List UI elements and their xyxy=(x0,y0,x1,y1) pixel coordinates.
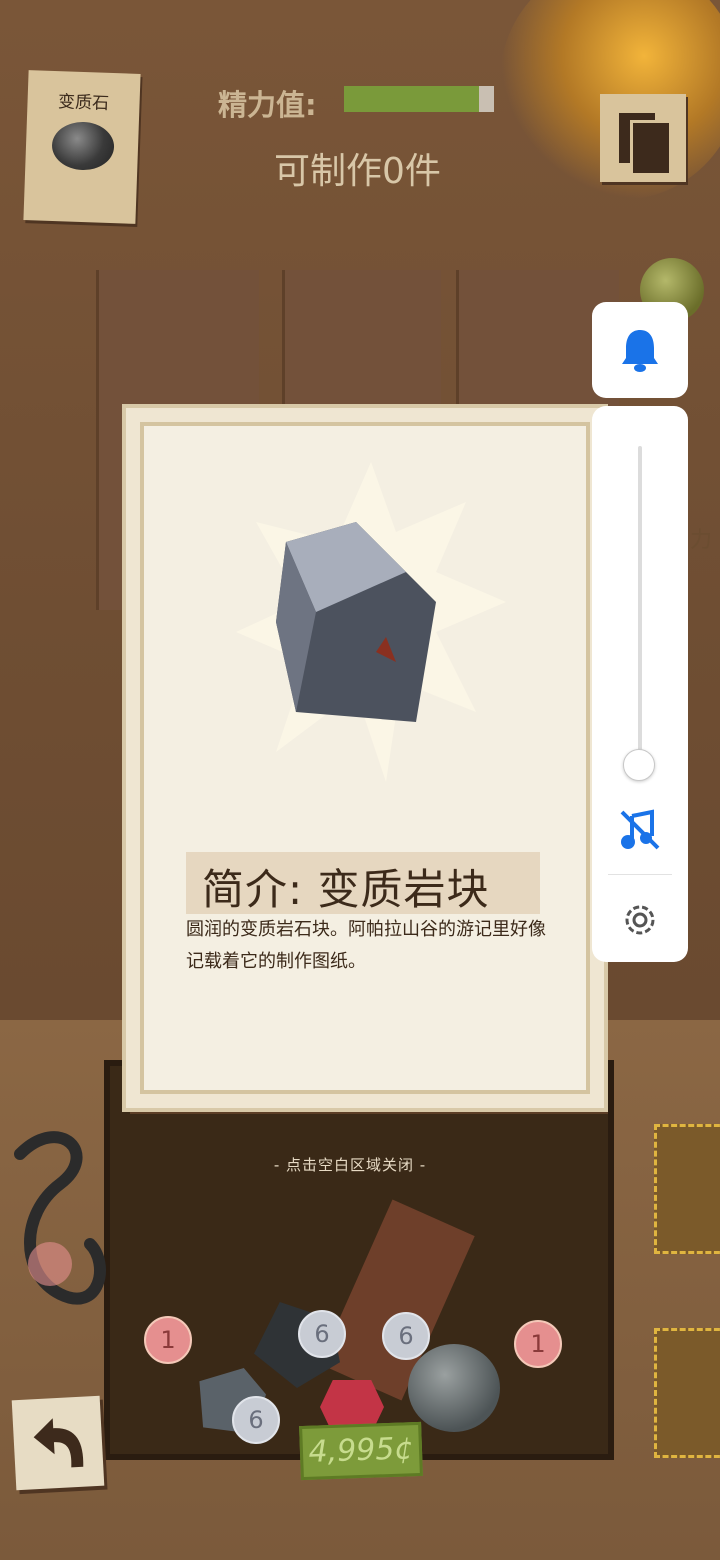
stone-ball-item[interactable] xyxy=(408,1344,500,1432)
panel-divider xyxy=(608,874,672,875)
close-hint-text: - 点击空白区域关闭 - xyxy=(273,1156,427,1174)
item-burst-icon xyxy=(236,462,506,782)
item-count-badge: 6 xyxy=(298,1310,346,1358)
music-off-icon[interactable] xyxy=(618,808,662,852)
metamorphic-stone-icon xyxy=(51,120,115,172)
recipe-cards-button[interactable] xyxy=(600,94,686,182)
volume-slider-knob[interactable] xyxy=(623,749,655,781)
back-button[interactable] xyxy=(11,1395,105,1491)
energy-bar-fill xyxy=(344,86,479,112)
gear-icon[interactable] xyxy=(620,900,660,940)
edge-text: 力 xyxy=(690,528,713,553)
hook-icon xyxy=(14,1131,106,1305)
card-title: 简介: 变质岩块 xyxy=(202,865,490,914)
card-icon xyxy=(630,120,672,176)
bell-icon xyxy=(622,330,658,372)
item-count-badge: 1 xyxy=(144,1316,192,1364)
ringer-button[interactable] xyxy=(592,302,688,398)
item-count-badge: 6 xyxy=(382,1312,430,1360)
card-description: 圆润的变质岩石块。阿帕拉山谷的游记里好像记载着它的制作图纸。 xyxy=(186,919,546,972)
craft-count-text: 可制作0件 xyxy=(274,151,441,192)
volume-slider-track[interactable] xyxy=(638,446,642,776)
back-arrow-icon xyxy=(33,1418,84,1468)
side-bag[interactable] xyxy=(654,1124,720,1254)
selected-item-label: 变质石 xyxy=(57,92,110,114)
energy-bar xyxy=(344,86,494,112)
selected-item-card[interactable]: 变质石 xyxy=(23,70,141,224)
side-bag[interactable] xyxy=(654,1328,720,1458)
item-count-badge: 6 xyxy=(232,1396,280,1444)
item-count-badge: 1 xyxy=(514,1320,562,1368)
money-tag: 4,995¢ xyxy=(299,1421,423,1481)
volume-panel xyxy=(592,406,688,962)
energy-label: 精力值: xyxy=(218,88,317,122)
